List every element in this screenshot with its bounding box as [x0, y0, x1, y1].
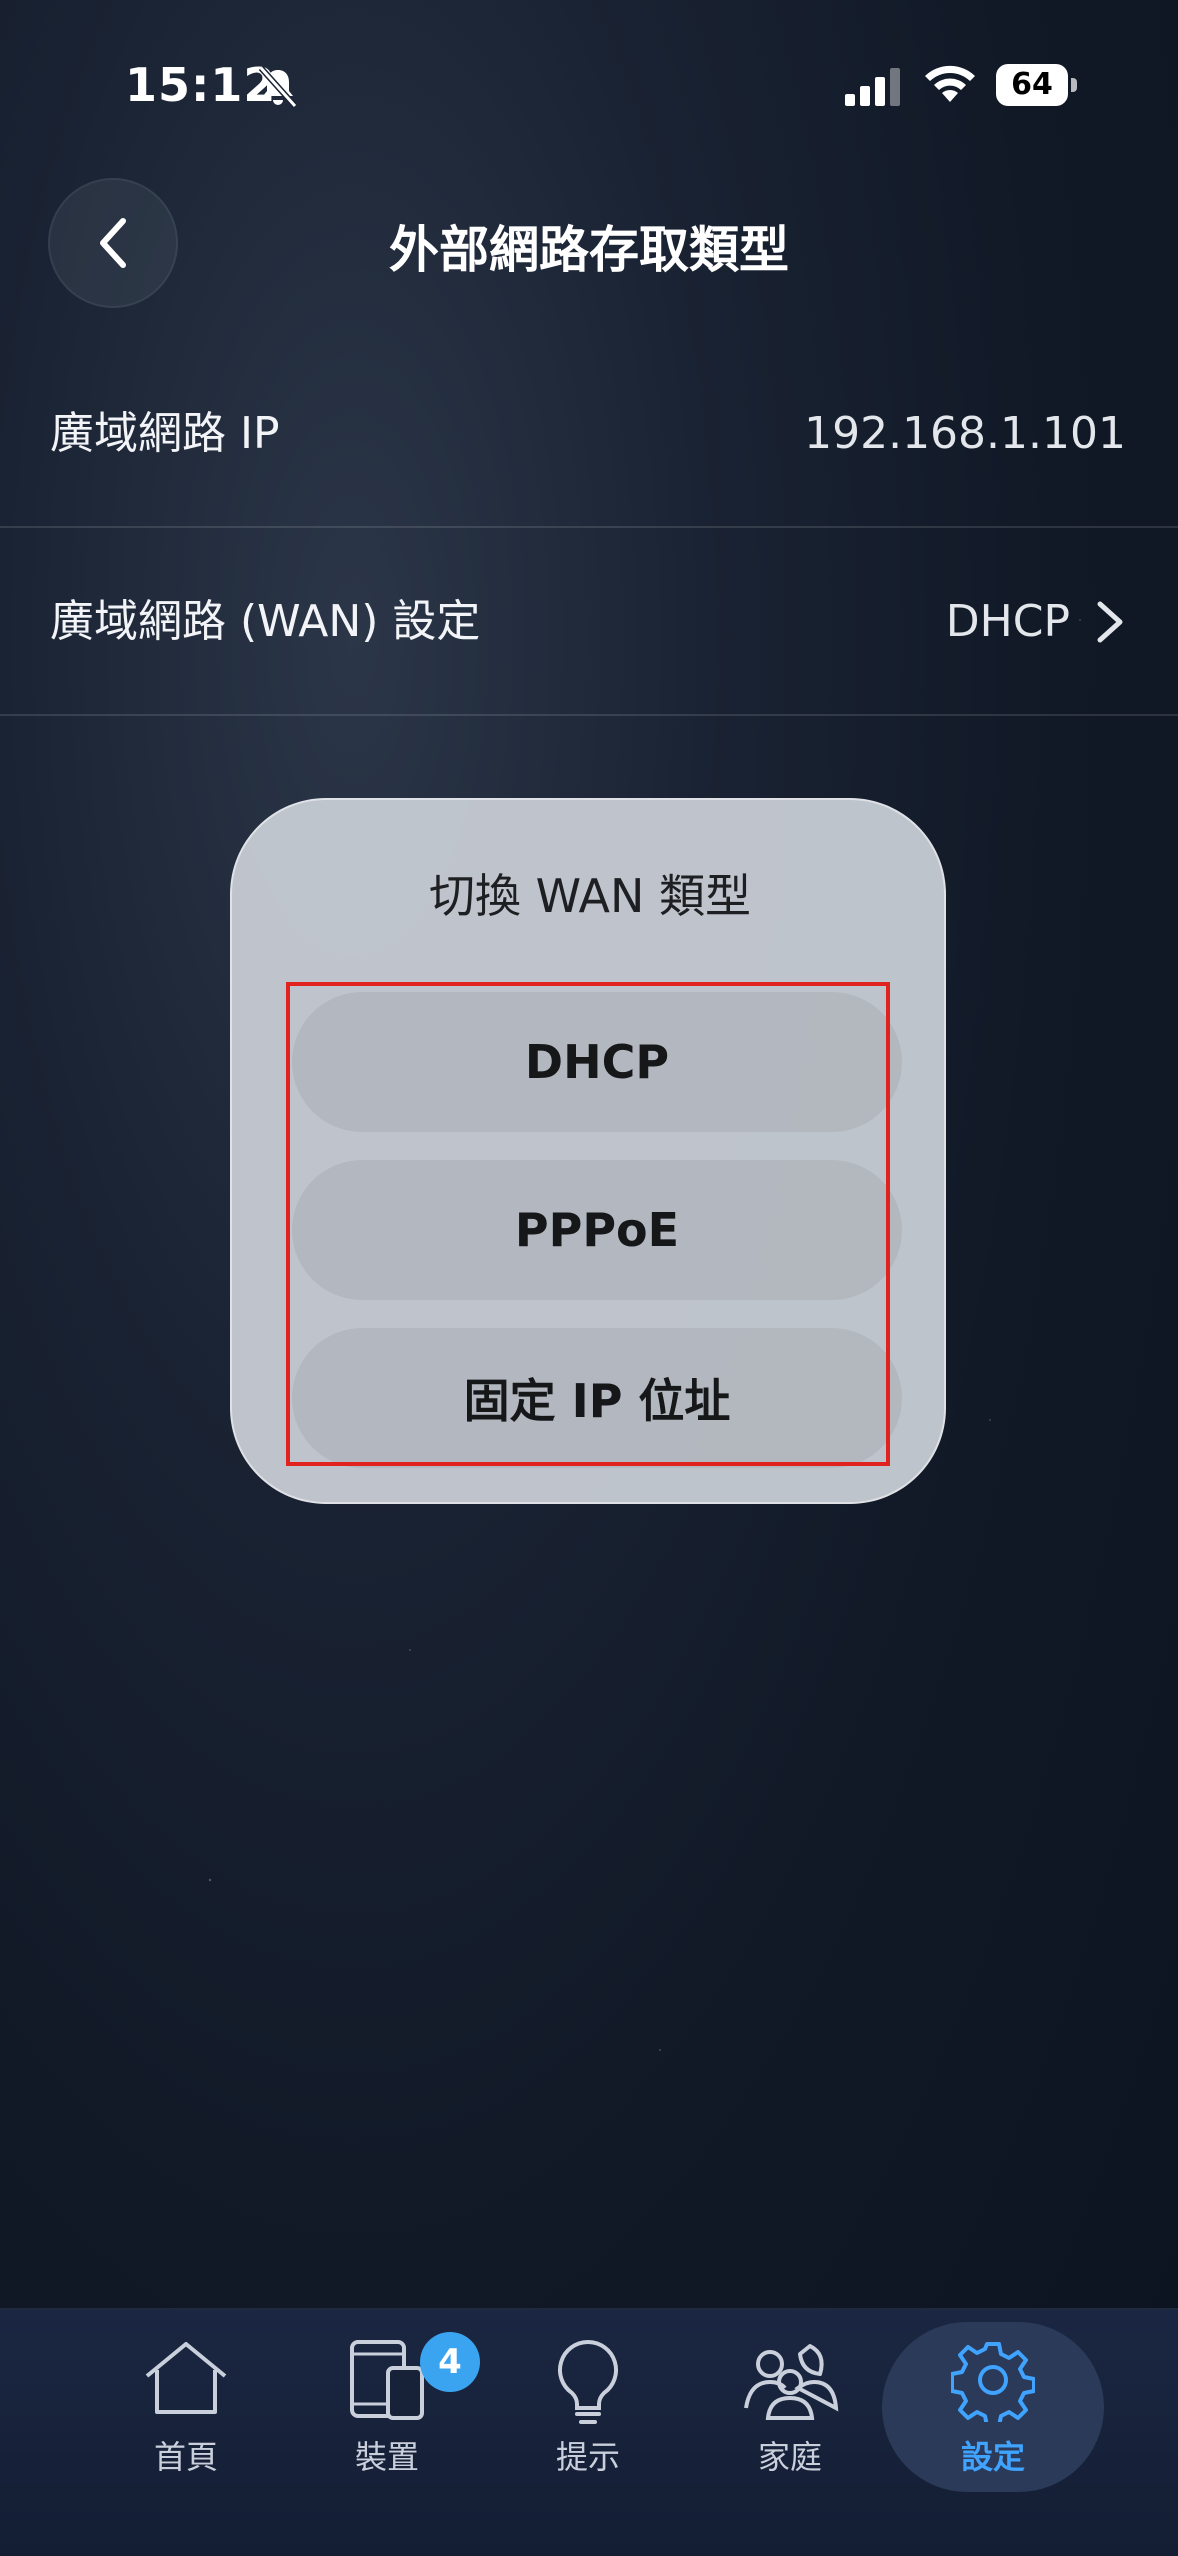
devices-badge: 4 [420, 2332, 480, 2392]
tab-tips[interactable]: 提示 [488, 2334, 688, 2484]
gear-icon [951, 2342, 1035, 2422]
tab-family-label: 家庭 [757, 2438, 822, 2476]
bell-muted-icon [258, 65, 298, 109]
wan-settings-value: DHCP [945, 596, 1070, 647]
dialog-title: 切換 WAN 類型 [428, 869, 752, 923]
wan-type-dialog: 切換 WAN 類型 DHCP PPPoE 固定 IP 位址 [230, 798, 946, 1504]
tab-home-label: 首頁 [153, 2438, 218, 2476]
wan-settings-label: 廣域網路 (WAN) 設定 [50, 596, 481, 647]
tab-home[interactable]: 首頁 [86, 2334, 286, 2484]
lightbulb-icon [558, 2339, 618, 2424]
status-bar: 15:12 64 [0, 0, 1178, 170]
tab-family[interactable]: 家庭 [690, 2334, 890, 2484]
battery-level: 64 [1011, 67, 1053, 102]
chevron-right-icon [1097, 601, 1123, 643]
devices-icon [350, 2340, 424, 2420]
tab-bar: 首頁 裝置 4 提示 家庭 設定 [0, 2308, 1178, 2556]
cellular-signal-icon [845, 68, 900, 106]
tab-settings-label: 設定 [960, 2438, 1025, 2476]
home-icon [145, 2342, 227, 2414]
tab-settings[interactable]: 設定 [893, 2334, 1093, 2484]
wan-ip-value: 192.168.1.101 [804, 408, 1126, 459]
tab-devices-label: 裝置 [354, 2438, 419, 2476]
options-highlight-box [286, 982, 890, 1466]
wan-ip-label: 廣域網路 IP [50, 408, 280, 459]
family-icon [744, 2344, 839, 2420]
wan-settings-row[interactable]: 廣域網路 (WAN) 設定 DHCP [0, 528, 1178, 716]
wifi-icon [925, 65, 975, 102]
battery-icon: 64 [996, 64, 1077, 106]
wan-ip-row: 廣域網路 IP 192.168.1.101 [0, 340, 1178, 528]
tab-tips-label: 提示 [555, 2438, 620, 2476]
status-time: 15:12 [125, 58, 277, 112]
page-title: 外部網路存取類型 [389, 221, 789, 279]
